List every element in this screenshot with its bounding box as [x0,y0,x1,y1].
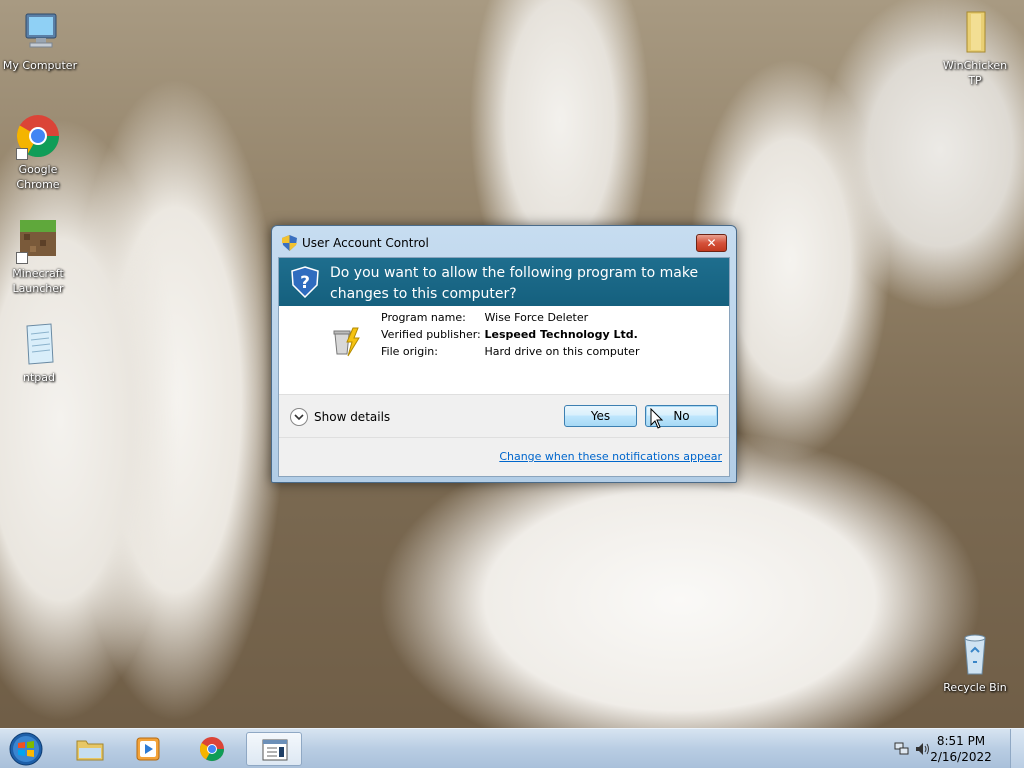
shield-question-icon: ? [291,266,319,299]
shortcut-arrow-icon [16,252,28,264]
taskbar: 8:51 PM 2/16/2022 [0,728,1024,768]
desktop-icon-ntpad[interactable]: ntpad [0,320,79,385]
mouse-cursor-icon [650,407,664,430]
desktop-icon-label: WinChicken TP [942,59,1008,87]
desktop-icon-google-chrome[interactable]: Google Chrome [0,112,78,192]
desktop-icon-label: Minecraft Launcher [12,267,64,295]
recycle-bin-icon [951,630,999,678]
dialog-title: User Account Control [302,236,429,250]
folder-icon [951,8,999,56]
desktop-icon-recycle-bin[interactable]: Recycle Bin [935,630,1015,695]
desktop-icon-label: My Computer [2,59,78,72]
taskbar-chrome[interactable] [184,732,240,766]
start-button[interactable] [6,731,46,767]
clock-date: 2/16/2022 [930,750,992,764]
computer-icon [16,8,64,56]
origin-label: File origin: [381,345,438,358]
origin-row: File origin: Hard drive on this computer [381,345,639,358]
minecraft-icon [14,216,62,264]
program-trash-icon [331,326,363,358]
close-button[interactable]: ✕ [696,234,727,252]
uac-shield-icon [282,235,297,251]
program-info: Program name: Wise Force Deleter Verifie… [279,306,729,394]
dialog-titlebar[interactable]: User Account Control ✕ [272,226,736,259]
program-name-row: Program name: Wise Force Deleter [381,311,588,324]
show-details-label[interactable]: Show details [314,410,390,424]
taskbar-media-player[interactable] [120,732,176,766]
notepad-icon [15,320,63,368]
question-banner: ? Do you want to allow the following pro… [279,258,729,306]
program-name-label: Program name: [381,311,466,324]
desktop-icon-minecraft-launcher[interactable]: Minecraft Launcher [0,216,78,296]
taskbar-explorer[interactable] [62,732,118,766]
show-desktop-button[interactable] [1010,729,1024,768]
publisher-row: Verified publisher: Lespeed Technology L… [381,328,638,341]
desktop-icon-label: ntpad [23,371,55,384]
chrome-icon [198,736,226,762]
change-notifications-link[interactable]: Change when these notifications appear [499,450,722,463]
desktop-icon-my-computer[interactable]: My Computer [0,8,80,73]
chevron-down-icon[interactable] [290,408,308,426]
uac-dialog: User Account Control ✕ ? Do you want to … [271,225,737,483]
chrome-icon [14,112,62,160]
desktop-icon-label: Google Chrome [16,163,60,191]
media-player-icon [134,736,162,762]
taskbar-uac-window[interactable] [246,732,302,766]
shortcut-arrow-icon [16,148,28,160]
dialog-footer: Change when these notifications appear [279,438,729,476]
program-name-value: Wise Force Deleter [484,311,589,324]
publisher-label: Verified publisher: [381,328,481,341]
dialog-body: ? Do you want to allow the following pro… [278,257,730,477]
desktop-icon-winchicken-tp[interactable]: WinChicken TP [935,8,1015,88]
svg-text:?: ? [300,273,310,293]
publisher-value: Lespeed Technology Ltd. [484,328,638,341]
network-icon[interactable] [894,742,910,756]
clock-time: 8:51 PM [936,734,986,748]
question-text: Do you want to allow the following progr… [330,265,699,302]
yes-button[interactable]: Yes [564,405,637,427]
clock[interactable]: 8:51 PM 2/16/2022 [926,733,996,765]
desktop-icon-label: Recycle Bin [943,681,1007,694]
origin-value: Hard drive on this computer [484,345,640,358]
window-icon [261,737,289,763]
folder-icon [76,736,104,762]
system-tray: 8:51 PM 2/16/2022 [884,729,1024,768]
